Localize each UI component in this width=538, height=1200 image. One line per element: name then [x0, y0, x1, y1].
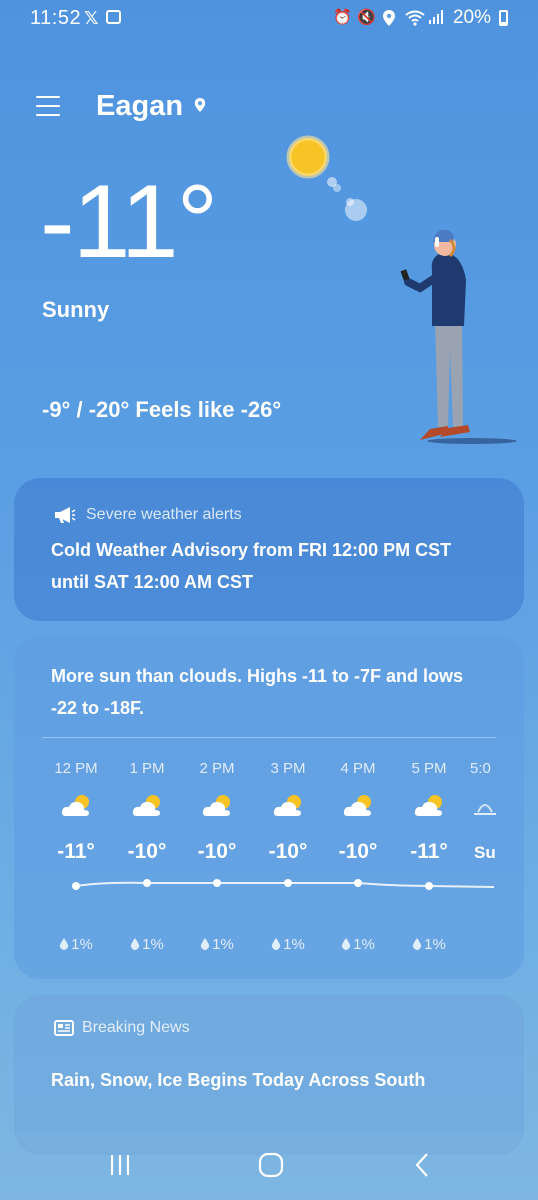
hour-label: 12 PM [54, 760, 98, 777]
partly-sunny-icon [132, 795, 160, 816]
hour-item: 5 PM -11° 1% [394, 748, 464, 968]
hour-label: 1 PM [129, 760, 165, 777]
navigation-bar [0, 1132, 538, 1200]
precipitation-drop-icon [341, 938, 351, 950]
high-low-feels-like: -9° / -20° Feels like -26° [42, 397, 282, 422]
current-temperature: -11° [40, 164, 218, 280]
hour-temp: -10° [268, 840, 308, 863]
divider [42, 737, 496, 738]
alarm-icon: ⏰ [332, 9, 352, 26]
weather-illustration [286, 135, 517, 444]
mute-icon: 🔇 [356, 9, 376, 26]
menu-icon[interactable] [36, 96, 60, 116]
partly-sunny-icon [202, 795, 230, 816]
alert-text: Cold Weather Advisory from FRI 12:00 PM … [51, 540, 452, 592]
precipitation-drop-icon [59, 938, 69, 950]
news-heading: Breaking News [82, 1019, 190, 1036]
battery-icon [499, 10, 508, 26]
back-icon[interactable] [402, 1150, 442, 1180]
alert-heading: Severe weather alerts [86, 506, 242, 523]
hour-label: 3 PM [270, 760, 306, 777]
person-figure [400, 229, 470, 440]
hour-item: 5:0 Su [464, 748, 504, 968]
hour-temp: Su [474, 843, 496, 862]
precip-chance: 1% [353, 936, 375, 953]
location-icon [381, 10, 397, 26]
wifi-icon [405, 10, 425, 26]
partly-sunny-icon [61, 795, 89, 816]
sunset-icon [474, 804, 496, 815]
hour-item: 1 PM -10° 1% [112, 748, 182, 968]
hour-item: 3 PM -10° 1% [253, 748, 323, 968]
status-time: 11:52 [30, 7, 82, 29]
hour-item: 4 PM -10° 1% [323, 748, 393, 968]
hour-label: 2 PM [199, 760, 235, 777]
precip-chance: 1% [71, 936, 93, 953]
home-icon[interactable] [251, 1150, 291, 1180]
recent-apps-icon[interactable] [100, 1150, 140, 1180]
precipitation-drop-icon [412, 938, 422, 950]
header: Eagan [36, 88, 538, 128]
location-pin-icon [194, 98, 206, 112]
hour-item: 2 PM -10° 1% [182, 748, 252, 968]
signal-icon [428, 10, 445, 26]
precip-chance: 1% [212, 936, 234, 953]
x-icon: 𝕏 [84, 8, 99, 28]
sun-icon [286, 135, 330, 179]
city-name[interactable]: Eagan [96, 90, 183, 123]
hour-label: 5:0 [470, 760, 491, 777]
hour-temp: -10° [197, 840, 237, 863]
forecast-summary: More sun than clouds. Highs -11 to -7F a… [51, 666, 464, 718]
news-headline[interactable]: Rain, Snow, Ice Begins Today Across Sout… [51, 1070, 425, 1091]
precip-chance: 1% [424, 936, 446, 953]
precip-chance: 1% [142, 936, 164, 953]
partly-sunny-icon [414, 795, 442, 816]
partly-sunny-icon [273, 795, 301, 816]
hour-label: 4 PM [340, 760, 376, 777]
megaphone-icon [55, 507, 76, 523]
hour-temp: -10° [127, 840, 167, 863]
precipitation-drop-icon [200, 938, 210, 950]
battery-percent: 20% [452, 7, 491, 28]
severe-weather-alert-card[interactable]: Severe weather alerts Cold Weather Advis… [14, 478, 524, 621]
partly-sunny-icon [343, 795, 371, 816]
hourly-forecast-card: More sun than clouds. Highs -11 to -7F a… [14, 636, 524, 979]
precipitation-drop-icon [271, 938, 281, 950]
current-condition: Sunny [42, 297, 110, 322]
hour-temp: -10° [338, 840, 378, 863]
hour-item: 12 PM -11° 1% [41, 748, 111, 968]
hour-label: 5 PM [411, 760, 447, 777]
newspaper-icon [54, 1020, 74, 1036]
gallery-icon [106, 10, 121, 24]
precipitation-drop-icon [130, 938, 140, 950]
hourly-forecast-list[interactable]: 12 PM -11° 1% 1 PM -10° 1% 2 PM -10° 1% … [14, 748, 524, 968]
precip-chance: 1% [283, 936, 305, 953]
hour-temp: -11° [410, 840, 448, 863]
status-bar: 11:52 𝕏 ⏰ 🔇 20% [0, 0, 538, 36]
hour-temp: -11° [57, 840, 95, 863]
breaking-news-card[interactable]: Breaking News Rain, Snow, Ice Begins Tod… [14, 995, 524, 1155]
